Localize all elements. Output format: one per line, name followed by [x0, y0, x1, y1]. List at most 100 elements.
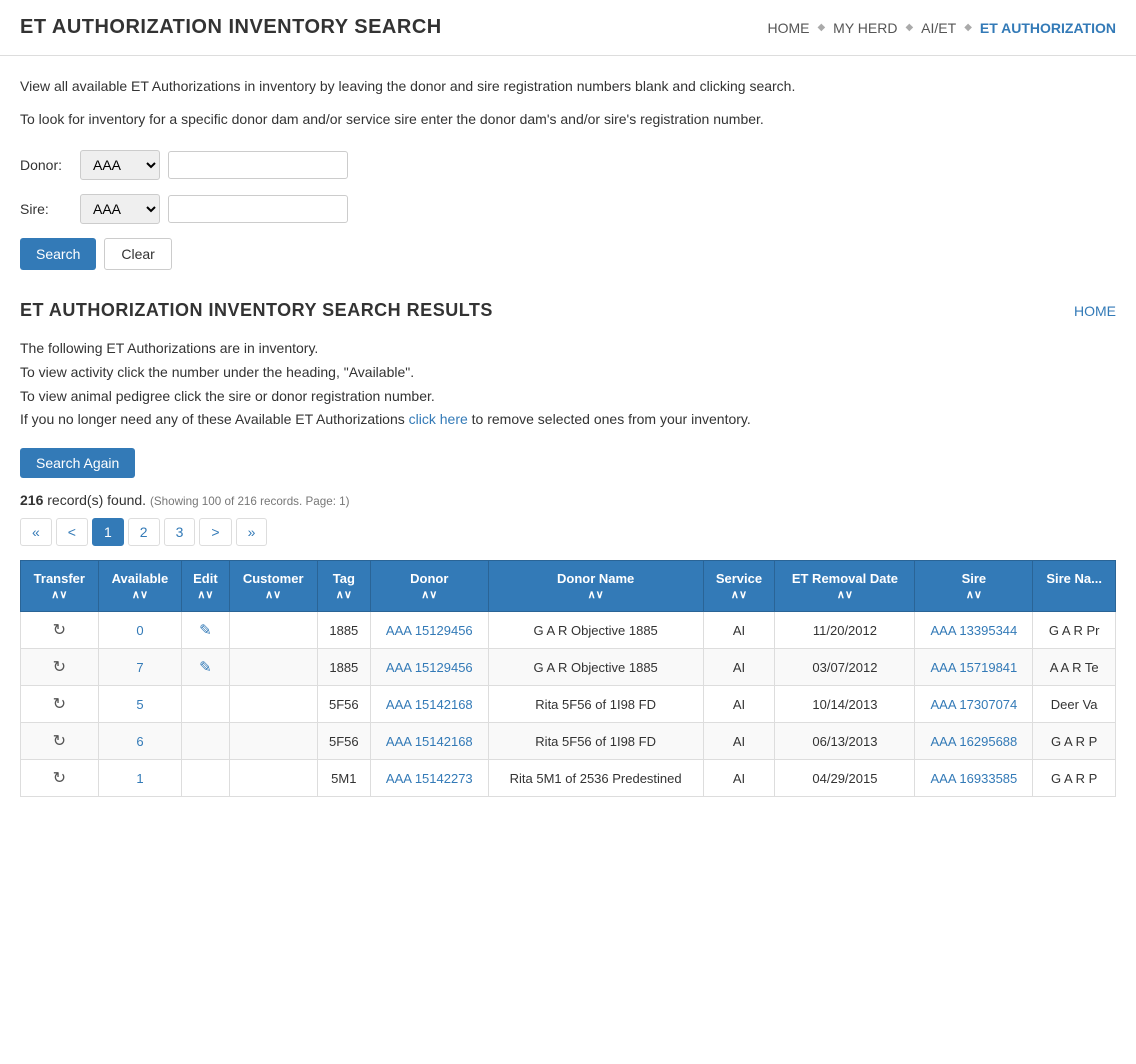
donor-link-4[interactable]: AAA 15142273 [386, 771, 473, 786]
transfer-icon-0[interactable]: ↻ [53, 622, 66, 639]
cell-available-0: 0 [98, 612, 182, 649]
transfer-icon-1[interactable]: ↻ [53, 659, 66, 676]
table-row: ↻ 1 5M1 AAA 15142273 Rita 5M1 of 2536 Pr… [21, 760, 1116, 797]
sire-link-4[interactable]: AAA 16933585 [931, 771, 1018, 786]
available-link-4[interactable]: 1 [136, 771, 143, 786]
col-sire-name: Sire Na... [1033, 561, 1116, 612]
sire-link-2[interactable]: AAA 17307074 [931, 697, 1018, 712]
donor-link-0[interactable]: AAA 15129456 [386, 623, 473, 638]
sort-et-removal-date[interactable]: ∧∨ [783, 588, 906, 601]
pagination: « < 1 2 3 > » [20, 518, 1116, 546]
cell-customer-3 [229, 723, 317, 760]
page-next[interactable]: > [199, 518, 231, 546]
cell-edit-0: ✎ [182, 612, 229, 649]
edit-icon-1[interactable]: ✎ [199, 659, 212, 676]
results-home-link[interactable]: HOME [1074, 303, 1116, 319]
nav-home[interactable]: HOME [767, 20, 809, 36]
nav-sep-1: ◆ [817, 22, 825, 33]
available-link-2[interactable]: 5 [136, 697, 143, 712]
cell-tag-0: 1885 [317, 612, 370, 649]
sort-transfer[interactable]: ∧∨ [29, 588, 90, 601]
page-prev[interactable]: < [56, 518, 88, 546]
cell-customer-2 [229, 686, 317, 723]
clear-button[interactable]: Clear [104, 238, 171, 270]
description-line2: To look for inventory for a specific don… [20, 109, 1116, 130]
sire-link-0[interactable]: AAA 13395344 [931, 623, 1018, 638]
cell-et-removal-date-3: 06/13/2013 [775, 723, 915, 760]
page-first[interactable]: « [20, 518, 52, 546]
sort-donor[interactable]: ∧∨ [379, 588, 480, 601]
cell-available-4: 1 [98, 760, 182, 797]
donor-input[interactable] [168, 151, 348, 179]
sire-row: Sire: AAA AHA AHB AHC [20, 194, 1116, 224]
cell-service-4: AI [703, 760, 775, 797]
results-title: ET AUTHORIZATION INVENTORY SEARCH RESULT… [20, 300, 493, 321]
sire-link-1[interactable]: AAA 15719841 [931, 660, 1018, 675]
cell-et-removal-date-1: 03/07/2012 [775, 649, 915, 686]
sort-available[interactable]: ∧∨ [107, 588, 174, 601]
cell-available-3: 6 [98, 723, 182, 760]
col-edit: Edit ∧∨ [182, 561, 229, 612]
sort-sire[interactable]: ∧∨ [923, 588, 1024, 601]
page-last[interactable]: » [236, 518, 268, 546]
cell-sire-2: AAA 17307074 [915, 686, 1033, 723]
cell-donor-name-4: Rita 5M1 of 2536 Predestined [488, 760, 703, 797]
nav-aiet[interactable]: AI/ET [921, 20, 956, 36]
donor-select[interactable]: AAA AHA AHB AHC [80, 150, 160, 180]
cell-et-removal-date-4: 04/29/2015 [775, 760, 915, 797]
transfer-icon-2[interactable]: ↻ [53, 696, 66, 713]
available-link-1[interactable]: 7 [136, 660, 143, 675]
sire-controls: AAA AHA AHB AHC [80, 194, 348, 224]
results-table: Transfer ∧∨ Available ∧∨ Edit ∧∨ Custome… [20, 560, 1116, 797]
main-content: View all available ET Authorizations in … [0, 56, 1136, 817]
edit-icon-0[interactable]: ✎ [199, 622, 212, 639]
cell-et-removal-date-0: 11/20/2012 [775, 612, 915, 649]
sort-donor-name[interactable]: ∧∨ [497, 588, 695, 601]
table-row: ↻ 0 ✎ 1885 AAA 15129456 G A R Objective … [21, 612, 1116, 649]
results-info-line3: To view animal pedigree click the sire o… [20, 385, 1116, 409]
cell-available-1: 7 [98, 649, 182, 686]
donor-link-3[interactable]: AAA 15142168 [386, 734, 473, 749]
page-2[interactable]: 2 [128, 518, 160, 546]
col-et-removal-date: ET Removal Date ∧∨ [775, 561, 915, 612]
available-link-3[interactable]: 6 [136, 734, 143, 749]
cell-available-2: 5 [98, 686, 182, 723]
record-note: (Showing 100 of 216 records. Page: 1) [150, 495, 350, 508]
cell-customer-1 [229, 649, 317, 686]
transfer-icon-4[interactable]: ↻ [53, 770, 66, 787]
record-label: record(s) found. [47, 492, 150, 508]
cell-tag-3: 5F56 [317, 723, 370, 760]
sort-edit[interactable]: ∧∨ [190, 588, 220, 601]
cell-transfer-0: ↻ [21, 612, 99, 649]
transfer-icon-3[interactable]: ↻ [53, 733, 66, 750]
sort-customer[interactable]: ∧∨ [238, 588, 309, 601]
sire-link-3[interactable]: AAA 16295688 [931, 734, 1018, 749]
sire-label: Sire: [20, 201, 80, 217]
sort-tag[interactable]: ∧∨ [326, 588, 362, 601]
col-tag: Tag ∧∨ [317, 561, 370, 612]
donor-link-1[interactable]: AAA 15129456 [386, 660, 473, 675]
page-1[interactable]: 1 [92, 518, 124, 546]
table-header-row: Transfer ∧∨ Available ∧∨ Edit ∧∨ Custome… [21, 561, 1116, 612]
sire-select[interactable]: AAA AHA AHB AHC [80, 194, 160, 224]
cell-transfer-3: ↻ [21, 723, 99, 760]
search-button[interactable]: Search [20, 238, 96, 270]
nav-my-herd[interactable]: MY HERD [833, 20, 897, 36]
cell-donor-name-1: G A R Objective 1885 [488, 649, 703, 686]
search-again-button[interactable]: Search Again [20, 448, 135, 478]
col-donor-name: Donor Name ∧∨ [488, 561, 703, 612]
cell-sire-4: AAA 16933585 [915, 760, 1033, 797]
cell-sire-3: AAA 16295688 [915, 723, 1033, 760]
description-line1: View all available ET Authorizations in … [20, 76, 1116, 97]
col-donor: Donor ∧∨ [370, 561, 488, 612]
click-here-link[interactable]: click here [409, 411, 468, 427]
sire-input[interactable] [168, 195, 348, 223]
cell-sire-name-0: G A R Pr [1033, 612, 1116, 649]
cell-edit-3 [182, 723, 229, 760]
available-link-0[interactable]: 0 [136, 623, 143, 638]
sort-service[interactable]: ∧∨ [712, 588, 767, 601]
pagination-info: 216 record(s) found. (Showing 100 of 216… [20, 492, 1116, 508]
cell-et-removal-date-2: 10/14/2013 [775, 686, 915, 723]
page-3[interactable]: 3 [164, 518, 196, 546]
donor-link-2[interactable]: AAA 15142168 [386, 697, 473, 712]
